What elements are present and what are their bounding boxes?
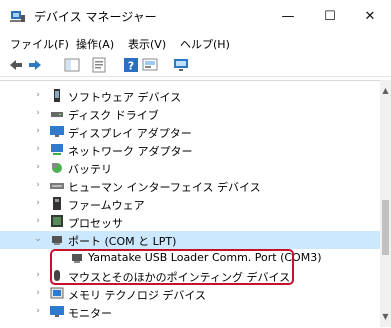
expand-chevron-icon[interactable]: › — [33, 90, 43, 100]
scrollbar-thumb[interactable] — [382, 200, 389, 255]
menu-file[interactable]: ファイル(F) — [10, 36, 69, 52]
scroll-up-icon[interactable]: ▲ — [380, 86, 391, 95]
tree-item-human-interface-devices[interactable]: › ヒューマン インターフェイス デバイス — [0, 177, 380, 195]
menu-action[interactable]: 操作(A) — [76, 36, 114, 52]
tree-item-monitors[interactable]: › モニター — [0, 303, 380, 321]
toolbar: ? — [0, 54, 391, 77]
software-device-icon — [54, 89, 60, 102]
scroll-down-icon[interactable]: ▼ — [380, 312, 391, 321]
menu-bar: ファイル(F) 操作(A) 表示(V) ヘルプ(H) — [0, 33, 391, 53]
tree-item-label: メモリ テクノロジ デバイス — [68, 289, 207, 302]
maximize-button[interactable]: ☐ — [310, 4, 350, 30]
scan-hardware-icon[interactable] — [173, 57, 189, 73]
memory-icon — [50, 287, 64, 299]
show-hide-tree-icon[interactable] — [64, 57, 80, 73]
display-adapter-icon — [50, 126, 64, 137]
tree-item-label: ネットワーク アダプター — [68, 145, 193, 158]
tree-item-network-adapters[interactable]: › ネットワーク アダプター — [0, 141, 380, 159]
svg-text:?: ? — [128, 60, 134, 73]
expand-chevron-icon[interactable]: › — [33, 126, 43, 136]
expand-chevron-icon[interactable]: › — [33, 144, 43, 154]
tree-item-label: ポート (COM と LPT) — [68, 235, 177, 248]
menu-help[interactable]: ヘルプ(H) — [180, 36, 230, 52]
tree-item-ports[interactable]: ⌄ ポート (COM と LPT) — [0, 231, 380, 249]
firmware-icon — [53, 197, 61, 210]
tree-item-disk-drives[interactable]: › ディスク ドライブ — [0, 105, 380, 123]
minimize-button[interactable]: — — [268, 4, 308, 30]
expand-chevron-icon[interactable]: › — [33, 108, 43, 118]
properties-icon[interactable] — [91, 57, 107, 73]
tree-item-label: バッテリ — [68, 163, 112, 176]
expand-chevron-icon[interactable]: › — [33, 270, 43, 280]
expand-chevron-icon[interactable]: › — [33, 306, 43, 316]
tree-item-software-devices[interactable]: › ソフトウェア デバイス — [0, 87, 380, 105]
device-manager-icon — [10, 11, 25, 22]
tree-item-label: ファームウェア — [68, 199, 145, 212]
monitor-icon — [50, 306, 64, 317]
back-arrow-icon[interactable] — [8, 57, 24, 73]
expand-chevron-icon[interactable]: › — [33, 162, 43, 172]
tree-item-label: ヒューマン インターフェイス デバイス — [68, 181, 261, 194]
disk-drive-icon — [51, 112, 63, 117]
vertical-scrollbar[interactable]: ▲ ▼ — [380, 80, 391, 327]
title-bar: デバイス マネージャー — ☐ ✕ — [0, 0, 391, 32]
tree-item-firmware[interactable]: › ファームウェア — [0, 195, 380, 213]
tree-item-processors[interactable]: › プロセッサ — [0, 213, 380, 231]
window-title: デバイス マネージャー — [34, 10, 157, 24]
tree-item-display-adapters[interactable]: › ディスプレイ アダプター — [0, 123, 380, 141]
port-icon — [52, 236, 62, 245]
hid-icon — [50, 183, 64, 189]
battery-icon — [52, 163, 62, 173]
help-icon[interactable]: ? — [123, 57, 139, 73]
tree-item-memory-technology[interactable]: › メモリ テクノロジ デバイス — [0, 285, 380, 303]
expand-chevron-icon[interactable]: › — [33, 198, 43, 208]
expand-chevron-icon[interactable]: › — [33, 180, 43, 190]
expand-chevron-icon[interactable]: › — [33, 216, 43, 226]
tree-item-label: プロセッサ — [68, 217, 123, 230]
network-adapter-icon — [51, 144, 63, 155]
update-driver-icon[interactable] — [142, 57, 158, 73]
tree-item-label: ディスプレイ アダプター — [68, 127, 192, 140]
collapse-chevron-icon[interactable]: ⌄ — [33, 234, 43, 244]
tree-item-label: ソフトウェア デバイス — [68, 91, 182, 104]
expand-chevron-icon[interactable]: › — [33, 288, 43, 298]
highlight-box — [50, 249, 294, 285]
processor-icon — [51, 215, 63, 227]
close-button[interactable]: ✕ — [350, 4, 390, 30]
tree-item-label: モニター — [68, 307, 112, 320]
tree-item-battery[interactable]: › バッテリ — [0, 159, 380, 177]
device-tree: › ソフトウェア デバイス › ディスク ドライブ › ディスプレイ アダプター… — [0, 80, 380, 328]
tree-item-label: ディスク ドライブ — [68, 109, 159, 122]
menu-view[interactable]: 表示(V) — [128, 36, 166, 52]
forward-arrow-icon[interactable] — [27, 57, 43, 73]
